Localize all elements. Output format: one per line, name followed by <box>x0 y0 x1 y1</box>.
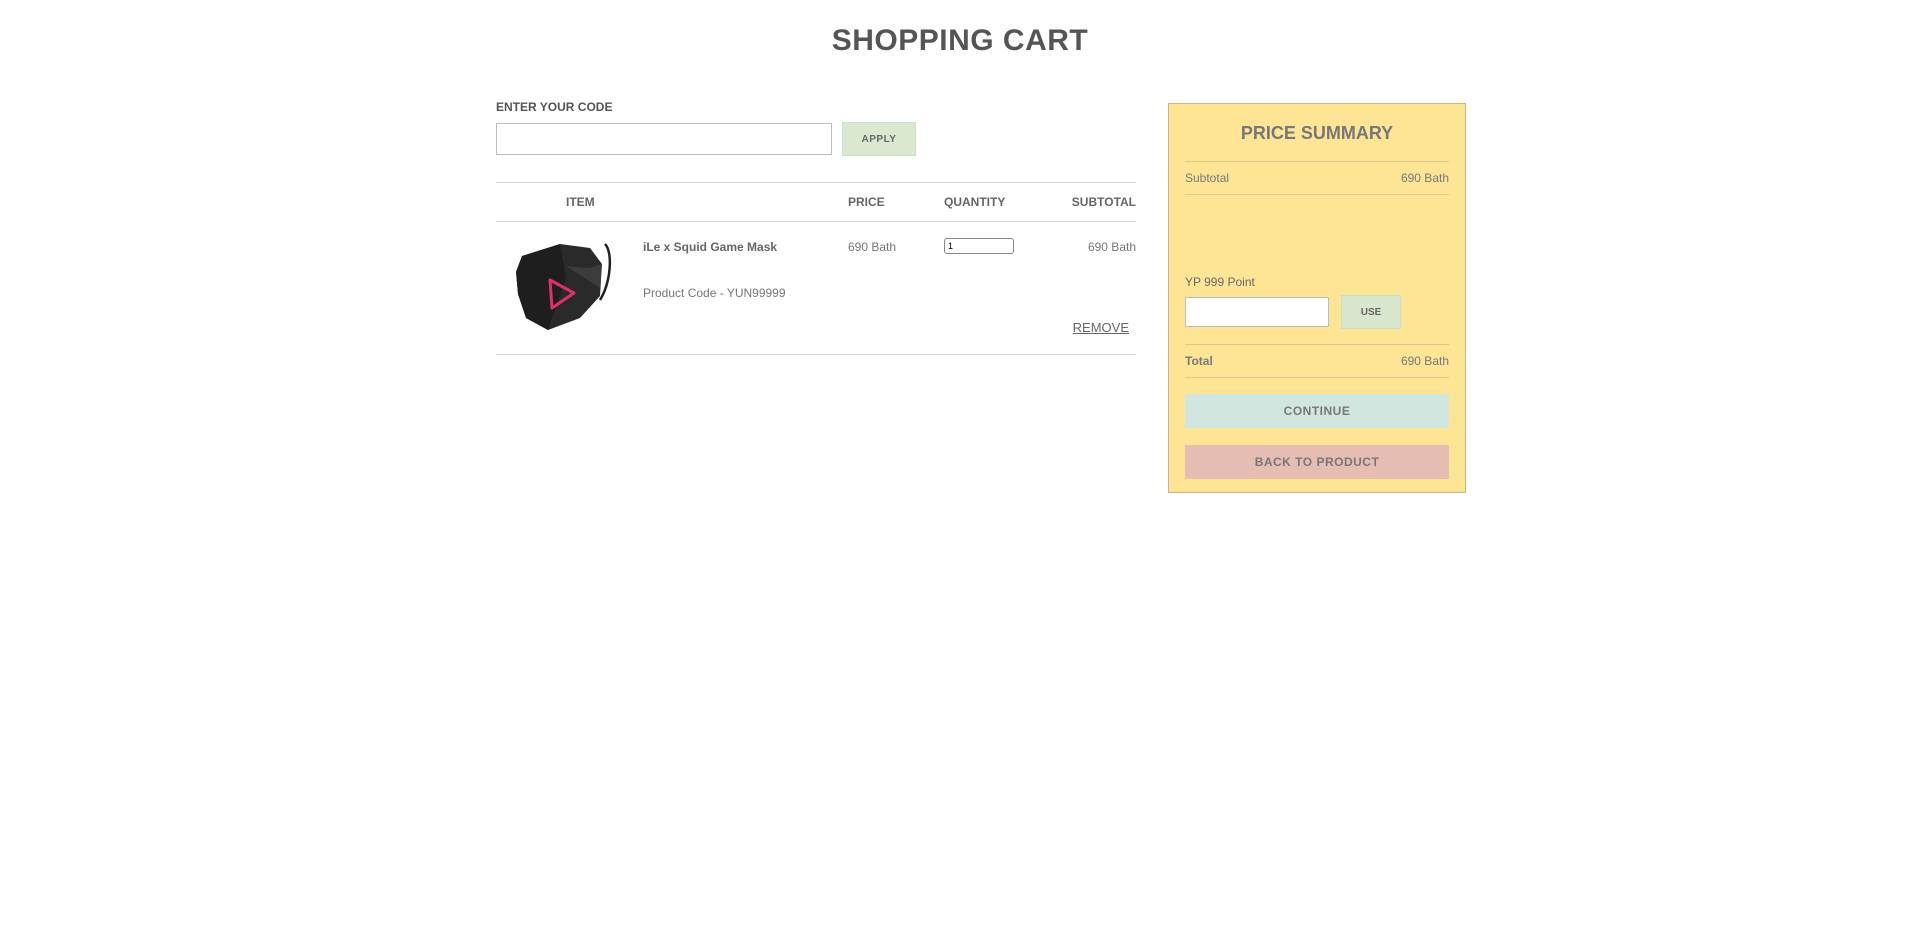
summary-divider <box>1185 194 1449 195</box>
points-row: USE <box>1185 295 1449 329</box>
column-header-item: ITEM <box>566 195 595 209</box>
summary-divider <box>1185 377 1449 378</box>
subtotal-value: 690 Bath <box>1400 171 1449 185</box>
price-summary-panel: PRICE SUMMARY Subtotal 690 Bath YP 999 P… <box>1168 103 1466 493</box>
summary-divider <box>1185 161 1449 162</box>
subtotal-line: Subtotal 690 Bath <box>1185 171 1449 185</box>
back-to-product-button[interactable]: BACK TO PRODUCT <box>1185 445 1449 479</box>
price-summary-title: PRICE SUMMARY <box>1240 123 1394 143</box>
points-input[interactable] <box>1185 297 1329 327</box>
cart-item-row: iLe x Squid Game Mask Product Code - YUN… <box>496 222 1136 355</box>
column-header-subtotal: SUBTOTAL <box>1071 195 1136 209</box>
item-product-code: Product Code - YUN99999 <box>643 286 786 300</box>
total-line: Total 690 Bath <box>1185 354 1449 368</box>
item-price: 690 Bath <box>848 240 897 254</box>
quantity-input[interactable] <box>944 238 1014 254</box>
remove-link[interactable]: REMOVE <box>1073 320 1129 335</box>
cart-table-header: ITEM PRICE QUANTITY SUBTOTAL <box>496 182 1136 222</box>
promo-code-row: APPLY <box>496 122 1136 156</box>
points-label: YP 999 Point <box>1185 275 1255 289</box>
total-label: Total <box>1185 354 1213 368</box>
face-mask-image <box>510 238 616 332</box>
continue-button[interactable]: CONTINUE <box>1185 394 1449 428</box>
promo-code-input[interactable] <box>496 123 832 155</box>
apply-button[interactable]: APPLY <box>842 122 916 156</box>
column-header-price: PRICE <box>848 195 885 209</box>
item-subtotal: 690 Bath <box>1087 240 1136 254</box>
page-title: SHOPPING CART <box>831 24 1089 57</box>
use-points-button[interactable]: USE <box>1341 295 1401 329</box>
promo-code-label: ENTER YOUR CODE <box>496 100 613 114</box>
item-name[interactable]: iLe x Squid Game Mask <box>643 240 777 254</box>
total-value: 690 Bath <box>1400 354 1449 368</box>
summary-divider <box>1185 344 1449 345</box>
subtotal-label: Subtotal <box>1185 171 1230 185</box>
column-header-quantity: QUANTITY <box>944 195 1006 209</box>
cart-section: ENTER YOUR CODE APPLY ITEM PRICE QUANTIT… <box>496 100 1136 355</box>
